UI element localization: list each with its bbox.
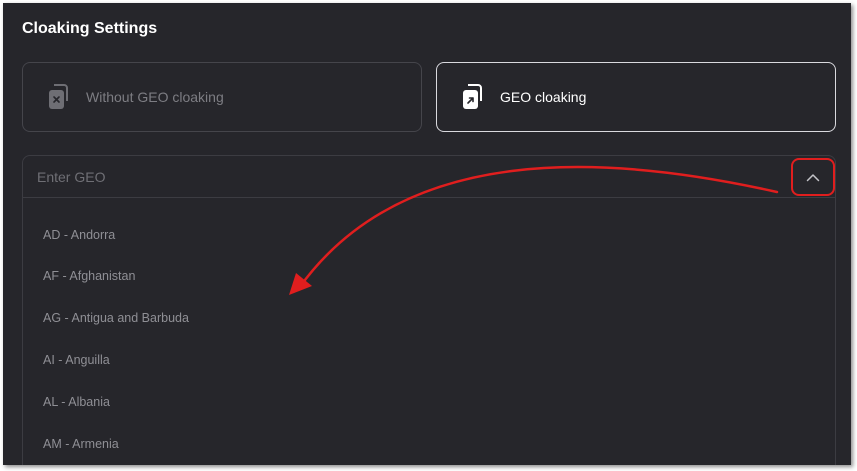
chevron-up-icon <box>806 173 820 181</box>
geo-dropdown-toggle[interactable] <box>791 158 835 196</box>
cloaking-settings-panel: Cloaking Settings Without GEO cloaking G… <box>3 3 851 465</box>
option-geo-cloaking[interactable]: GEO cloaking <box>436 62 836 132</box>
option-without-geo-cloaking[interactable]: Without GEO cloaking <box>22 62 422 132</box>
file-arrow-icon <box>463 84 482 109</box>
file-x-icon <box>49 84 68 109</box>
list-item[interactable]: AD - Andorra <box>43 228 115 242</box>
section-title: Cloaking Settings <box>22 20 158 37</box>
geo-search-input[interactable] <box>35 164 739 190</box>
list-item[interactable]: AF - Afghanistan <box>43 269 135 283</box>
geo-input-row <box>23 156 835 198</box>
option-label: Without GEO cloaking <box>86 89 224 105</box>
list-item[interactable]: AI - Anguilla <box>43 353 110 367</box>
list-item[interactable]: AG - Antigua and Barbuda <box>43 311 189 325</box>
list-item[interactable]: AM - Armenia <box>43 437 119 451</box>
option-label: GEO cloaking <box>500 89 587 105</box>
geo-select: AD - Andorra AF - Afghanistan AG - Antig… <box>22 155 836 465</box>
list-item[interactable]: AL - Albania <box>43 395 110 409</box>
